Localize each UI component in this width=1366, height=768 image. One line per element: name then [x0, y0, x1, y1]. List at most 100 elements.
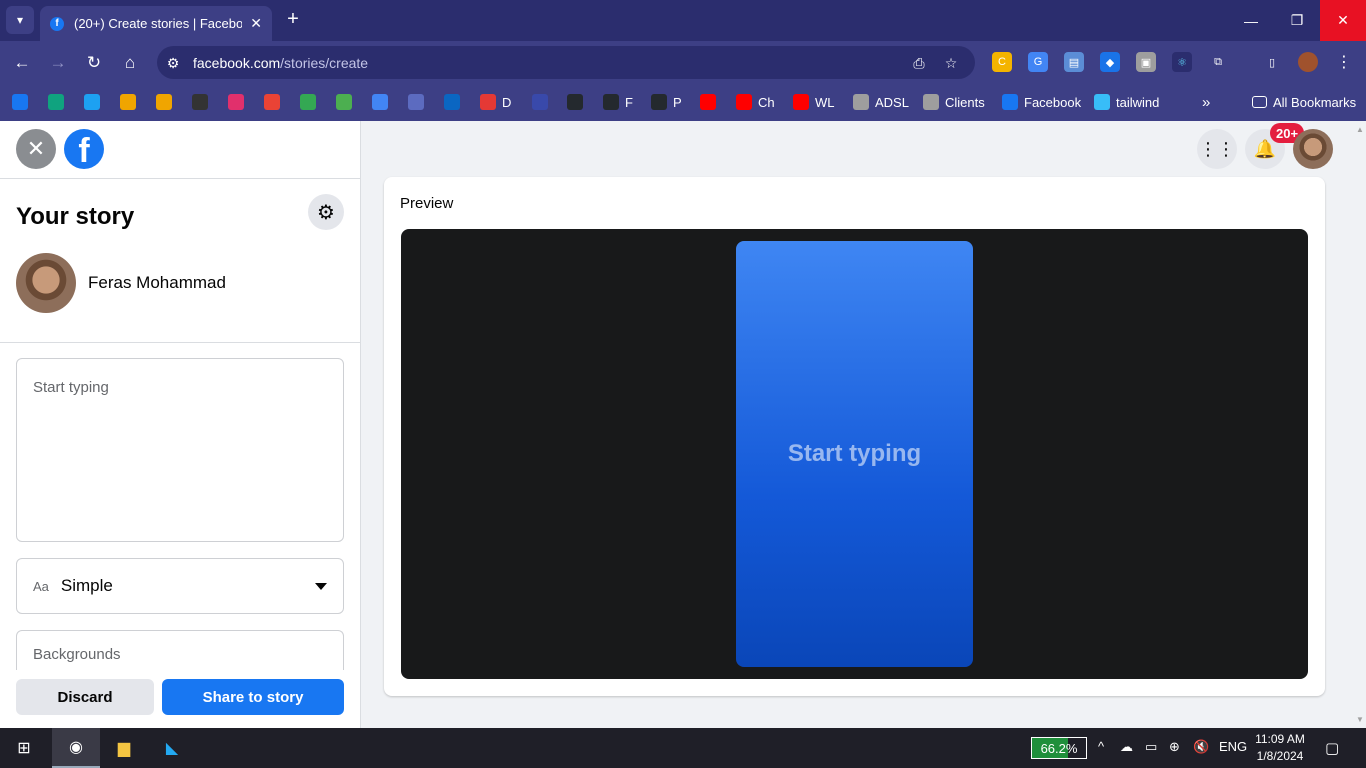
battery-indicator[interactable]: 66.2% — [1031, 737, 1087, 759]
language-indicator[interactable]: ENG — [1219, 739, 1247, 754]
youtube-icon — [793, 94, 809, 110]
bookmark-item[interactable]: F — [603, 92, 633, 112]
settings-gear-icon[interactable]: ⚙ — [308, 194, 344, 230]
volume-muted-icon[interactable]: 🔇 — [1193, 739, 1209, 755]
all-bookmarks-folder[interactable]: All Bookmarks — [1252, 92, 1356, 112]
divider — [0, 178, 360, 179]
translate-icon — [372, 94, 388, 110]
font-style-value: Simple — [60, 576, 113, 595]
bookmark-item[interactable] — [700, 92, 722, 112]
extensions-puzzle-icon[interactable]: ⧉ — [1208, 52, 1228, 72]
bookmark-star-icon[interactable]: ☆ — [941, 53, 961, 73]
text-logo-icon — [532, 94, 548, 110]
react-devtools-icon[interactable]: ⚛ — [1172, 52, 1192, 72]
share-to-story-button[interactable]: Share to story — [162, 679, 344, 715]
bookmark-item[interactable] — [84, 92, 106, 112]
close-icon[interactable]: ✕ — [16, 129, 56, 169]
font-style-select[interactable]: Aa Simple — [16, 558, 344, 614]
bookmark-item[interactable] — [444, 92, 466, 112]
browser-menu-icon[interactable]: ⋮ — [1334, 52, 1354, 72]
bookmark-item[interactable]: Ch — [736, 92, 775, 112]
home-button[interactable]: ⌂ — [117, 50, 143, 76]
bookmark-item[interactable] — [532, 92, 554, 112]
more-bookmarks-button[interactable]: » — [1202, 92, 1210, 112]
bookmark-label: Ch — [758, 94, 775, 110]
bookmark-item[interactable]: P — [651, 92, 682, 112]
notifications-center-icon[interactable]: ▢ — [1325, 739, 1339, 757]
menu-grid-icon[interactable]: ⋮⋮ — [1197, 129, 1237, 169]
bookmark-item[interactable] — [567, 92, 589, 112]
windows-start-icon[interactable]: ⊞ — [0, 728, 48, 768]
extension-icon-5[interactable]: ▣ — [1136, 52, 1156, 72]
gmail-icon — [264, 94, 280, 110]
browser-tab-active[interactable]: f (20+) Create stories | Facebook ✕ — [40, 6, 272, 41]
bookmark-item[interactable] — [120, 92, 142, 112]
check-icon — [408, 94, 424, 110]
facebook-logo-icon[interactable]: f — [64, 129, 104, 169]
forward-button[interactable]: → — [45, 50, 71, 76]
profile-avatar-icon[interactable] — [1298, 52, 1318, 72]
url-path: /stories/create — [280, 54, 369, 71]
bookmark-item[interactable]: tailwind — [1094, 92, 1159, 112]
new-tab-button[interactable]: + — [282, 8, 304, 31]
bookmark-item[interactable]: D — [480, 92, 511, 112]
bookmark-item[interactable] — [156, 92, 178, 112]
bookmark-label: ADSL — [875, 94, 909, 110]
story-text-input[interactable]: Start typing — [16, 358, 344, 542]
reload-button[interactable]: ↻ — [81, 50, 107, 76]
restore-button[interactable]: ❐ — [1274, 0, 1320, 41]
close-window-button[interactable]: ✕ — [1320, 0, 1366, 41]
bookmark-item[interactable] — [300, 92, 322, 112]
preview-card: Preview Start typing — [384, 177, 1325, 696]
tab-close-icon[interactable]: ✕ — [250, 15, 262, 32]
power-icon[interactable]: ▭ — [1145, 739, 1157, 755]
linkedin-icon — [444, 94, 460, 110]
github-icon — [651, 94, 667, 110]
minimize-button[interactable]: — — [1228, 0, 1274, 41]
system-clock[interactable]: 11:09 AM 1/8/2024 — [1250, 731, 1310, 765]
facebook-icon — [1002, 94, 1018, 110]
scroll-up-icon[interactable]: ▲ — [1356, 125, 1364, 134]
tab-search-button[interactable]: ▾ — [6, 6, 34, 34]
vscode-icon[interactable]: ◣ — [148, 728, 196, 768]
download-icon — [336, 94, 352, 110]
bookmark-item[interactable] — [228, 92, 250, 112]
install-app-icon[interactable]: ⎙ — [909, 53, 929, 73]
tab-title: (20+) Create stories | Facebook — [74, 16, 243, 31]
bookmark-item[interactable] — [12, 92, 34, 112]
back-button[interactable]: ← — [9, 50, 35, 76]
bookmark-item[interactable] — [264, 92, 286, 112]
extension-icon-3[interactable]: ▤ — [1064, 52, 1084, 72]
backgrounds-label: Backgrounds — [33, 646, 121, 663]
file-explorer-icon[interactable]: ▆ — [100, 728, 148, 768]
scroll-down-icon[interactable]: ▼ — [1356, 715, 1364, 724]
side-panel-icon[interactable]: ▯ — [1262, 52, 1282, 72]
google-translate-icon[interactable]: G — [1028, 52, 1048, 72]
bookmark-item[interactable]: Facebook — [1002, 92, 1081, 112]
chevron-up-icon[interactable]: ^ — [1098, 739, 1104, 754]
network-globe-icon[interactable]: ⊕ — [1169, 739, 1180, 755]
bookmark-item[interactable]: ADSL — [853, 92, 909, 112]
discard-button[interactable]: Discard — [16, 679, 154, 715]
bookmark-item[interactable]: Clients — [923, 92, 985, 112]
bookmark-item[interactable] — [192, 92, 214, 112]
bookmark-item[interactable] — [408, 92, 430, 112]
bookmark-item[interactable] — [336, 92, 358, 112]
extension-icon-1[interactable]: C — [992, 52, 1012, 72]
github-icon — [603, 94, 619, 110]
tailwind-icon — [1094, 94, 1110, 110]
page-scrollbar[interactable]: ▲ ▼ — [1354, 121, 1366, 728]
shield-icon[interactable]: ◆ — [1100, 52, 1120, 72]
bookmark-item[interactable] — [372, 92, 394, 112]
chrome-taskbar-icon[interactable]: ◉ — [52, 728, 100, 768]
bookmark-item[interactable]: WL — [793, 92, 835, 112]
address-bar[interactable]: ⚙ facebook.com/stories/create ⎙ ☆ — [157, 46, 975, 79]
cloud-icon[interactable]: ☁ — [1120, 739, 1133, 755]
bookmark-label: WL — [815, 94, 835, 110]
sidebar-footer: Discard Share to story — [0, 670, 360, 728]
account-avatar[interactable] — [1293, 129, 1333, 169]
bars-icon — [156, 94, 172, 110]
bookmark-item[interactable] — [48, 92, 70, 112]
all-bookmarks-label: All Bookmarks — [1273, 94, 1357, 110]
site-info-icon[interactable]: ⚙ — [163, 53, 183, 73]
